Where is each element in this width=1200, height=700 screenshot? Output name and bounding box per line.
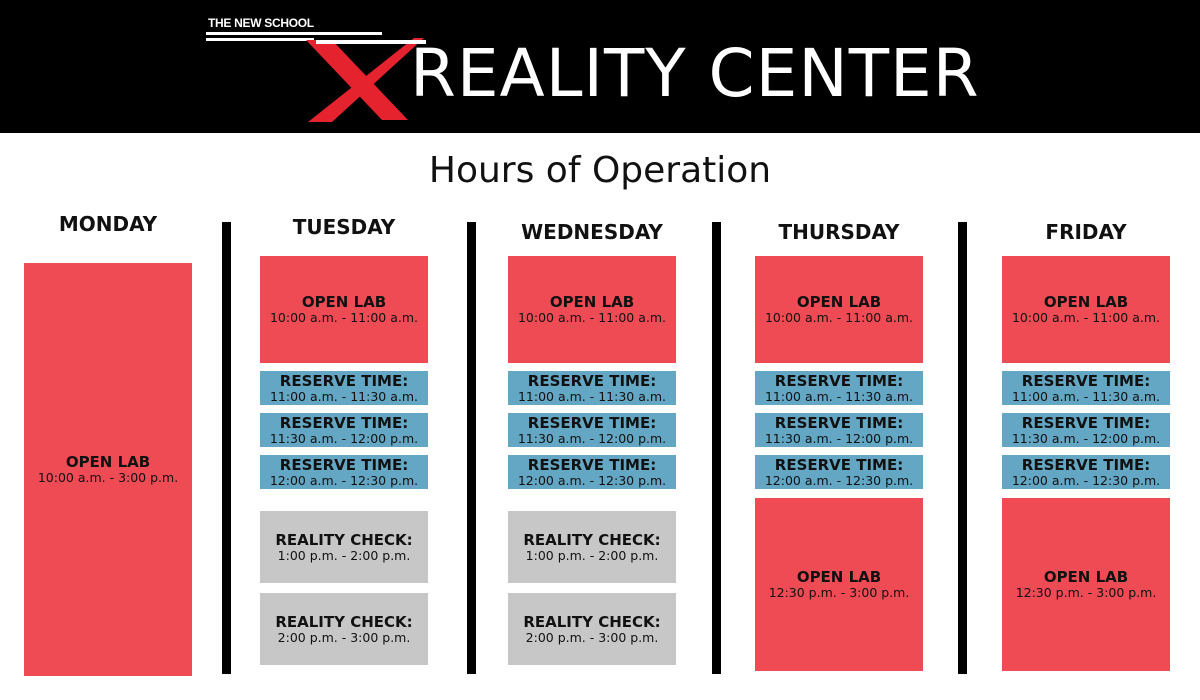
block-time: 12:30 p.m. - 3:00 p.m.: [1015, 585, 1157, 600]
brand-title: REALITY CENTER: [410, 35, 980, 112]
column-divider: [712, 222, 721, 674]
block-time: 10:00 a.m. - 3:00 p.m.: [37, 470, 179, 485]
block-time: 11:30 a.m. - 12:00 p.m.: [517, 430, 667, 446]
block-title: RESERVE TIME:: [527, 371, 657, 390]
block-title: REALITY CHECK:: [523, 530, 661, 549]
block-time: 10:00 a.m. - 11:00 a.m.: [269, 310, 419, 325]
block-title: OPEN LAB: [1043, 293, 1129, 311]
schedule-block-reserve-time: RESERVE TIME: 11:00 a.m. - 11:30 a.m.: [260, 371, 428, 405]
block-time: 12:00 a.m. - 12:30 p.m.: [764, 472, 914, 488]
block-time: 10:00 a.m. - 11:00 a.m.: [517, 310, 667, 325]
day-heading-friday: FRIDAY: [1045, 220, 1127, 244]
schedule-block-open-lab: OPEN LAB 12:30 p.m. - 3:00 p.m.: [1002, 498, 1170, 671]
block-time: 11:30 a.m. - 12:00 p.m.: [1011, 430, 1161, 446]
page-title: Hours of Operation: [428, 150, 772, 191]
schedule-block-reserve-time: RESERVE TIME: 11:00 a.m. - 11:30 a.m.: [755, 371, 923, 405]
schedule-block-reserve-time: RESERVE TIME: 12:00 a.m. - 12:30 p.m.: [755, 455, 923, 489]
block-title: RESERVE TIME:: [774, 455, 904, 474]
block-title: REALITY CHECK:: [523, 612, 661, 631]
day-heading-monday: MONDAY: [58, 212, 158, 236]
block-title: RESERVE TIME:: [1021, 413, 1151, 432]
block-time: 12:00 a.m. - 12:30 p.m.: [1011, 472, 1161, 488]
schedule-block-reserve-time: RESERVE TIME: 11:30 a.m. - 12:00 p.m.: [1002, 413, 1170, 447]
block-title: RESERVE TIME:: [279, 371, 409, 390]
block-time: 11:00 a.m. - 11:30 a.m.: [517, 388, 667, 404]
schedule-block-reality-check: REALITY CHECK: 2:00 p.m. - 3:00 p.m.: [508, 593, 676, 665]
block-time: 11:00 a.m. - 11:30 a.m.: [269, 388, 419, 404]
schedule-block-reserve-time: RESERVE TIME: 11:30 a.m. - 12:00 p.m.: [508, 413, 676, 447]
block-title: RESERVE TIME:: [1021, 371, 1151, 390]
schedule-block-reserve-time: RESERVE TIME: 11:30 a.m. - 12:00 p.m.: [755, 413, 923, 447]
schedule-block-open-lab: OPEN LAB 10:00 a.m. - 11:00 a.m.: [1002, 256, 1170, 363]
column-divider: [467, 222, 476, 674]
block-title: RESERVE TIME:: [774, 413, 904, 432]
column-divider: [958, 222, 967, 674]
block-title: REALITY CHECK:: [275, 612, 413, 631]
block-time: 10:00 a.m. - 11:00 a.m.: [764, 310, 914, 325]
header-banner: THE NEW SCHOOL REALITY CENTER: [0, 0, 1200, 133]
block-time: 2:00 p.m. - 3:00 p.m.: [277, 629, 411, 645]
block-time: 10:00 a.m. - 11:00 a.m.: [1011, 310, 1161, 325]
block-title: RESERVE TIME:: [279, 413, 409, 432]
block-title: OPEN LAB: [796, 568, 882, 586]
block-time: 11:30 a.m. - 12:00 p.m.: [269, 430, 419, 446]
block-title: OPEN LAB: [301, 293, 387, 311]
block-time: 1:00 p.m. - 2:00 p.m.: [525, 547, 659, 563]
day-heading-wednesday: WEDNESDAY: [521, 220, 663, 244]
schedule-block-reality-check: REALITY CHECK: 1:00 p.m. - 2:00 p.m.: [260, 511, 428, 583]
block-title: OPEN LAB: [796, 293, 882, 311]
block-title: RESERVE TIME:: [527, 413, 657, 432]
block-time: 11:30 a.m. - 12:00 p.m.: [764, 430, 914, 446]
x-logo-icon: [306, 38, 426, 122]
day-heading-tuesday: TUESDAY: [292, 215, 396, 239]
school-wordmark: THE NEW SCHOOL: [208, 16, 314, 30]
schedule-block-open-lab: OPEN LAB 10:00 a.m. - 11:00 a.m.: [508, 256, 676, 363]
block-time: 11:00 a.m. - 11:30 a.m.: [764, 388, 914, 404]
block-time: 2:00 p.m. - 3:00 p.m.: [525, 629, 659, 645]
block-title: OPEN LAB: [65, 453, 151, 471]
day-heading-thursday: THURSDAY: [778, 220, 900, 244]
block-time: 12:30 p.m. - 3:00 p.m.: [768, 585, 910, 600]
schedule-block-reality-check: REALITY CHECK: 1:00 p.m. - 2:00 p.m.: [508, 511, 676, 583]
block-title: RESERVE TIME:: [1021, 455, 1151, 474]
schedule-block-reserve-time: RESERVE TIME: 12:00 a.m. - 12:30 p.m.: [508, 455, 676, 489]
block-title: RESERVE TIME:: [774, 371, 904, 390]
block-time: 12:00 a.m. - 12:30 p.m.: [269, 472, 419, 488]
block-title: RESERVE TIME:: [527, 455, 657, 474]
block-title: OPEN LAB: [1043, 568, 1129, 586]
schedule-block-open-lab: OPEN LAB 12:30 p.m. - 3:00 p.m.: [755, 498, 923, 671]
schedule-block-reserve-time: RESERVE TIME: 11:00 a.m. - 11:30 a.m.: [508, 371, 676, 405]
schedule-block-reserve-time: RESERVE TIME: 11:00 a.m. - 11:30 a.m.: [1002, 371, 1170, 405]
block-title: OPEN LAB: [549, 293, 635, 311]
column-divider: [222, 222, 231, 674]
block-time: 12:00 a.m. - 12:30 p.m.: [517, 472, 667, 488]
schedule-block-reality-check: REALITY CHECK: 2:00 p.m. - 3:00 p.m.: [260, 593, 428, 665]
block-title: REALITY CHECK:: [275, 530, 413, 549]
block-title: RESERVE TIME:: [279, 455, 409, 474]
block-time: 1:00 p.m. - 2:00 p.m.: [277, 547, 411, 563]
block-time: 11:00 a.m. - 11:30 a.m.: [1011, 388, 1161, 404]
schedule-block-open-lab: OPEN LAB 10:00 a.m. - 3:00 p.m.: [24, 263, 192, 676]
schedule-block-open-lab: OPEN LAB 10:00 a.m. - 11:00 a.m.: [755, 256, 923, 363]
schedule-block-open-lab: OPEN LAB 10:00 a.m. - 11:00 a.m.: [260, 256, 428, 363]
schedule-block-reserve-time: RESERVE TIME: 12:00 a.m. - 12:30 p.m.: [1002, 455, 1170, 489]
schedule-block-reserve-time: RESERVE TIME: 11:30 a.m. - 12:00 p.m.: [260, 413, 428, 447]
schedule-block-reserve-time: RESERVE TIME: 12:00 a.m. - 12:30 p.m.: [260, 455, 428, 489]
